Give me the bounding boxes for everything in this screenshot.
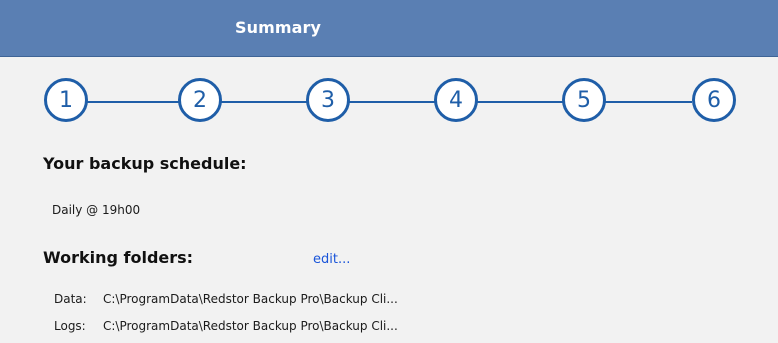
summary-header: Summary [0,0,778,57]
logs-folder-path: C:\ProgramData\Redstor Backup Pro\Backup… [103,319,398,333]
schedule-heading: Your backup schedule: [43,154,247,173]
page-title: Summary [235,18,322,37]
step-connector [342,101,436,103]
logs-folder-label: Logs: [54,319,86,333]
step-6[interactable]: 6 [692,78,736,122]
edit-folders-link[interactable]: edit... [313,252,350,267]
step-connector [84,101,182,103]
step-connector [216,101,308,103]
data-folder-label: Data: [54,292,87,306]
folders-heading: Working folders: [43,248,194,267]
step-2[interactable]: 2 [178,78,222,122]
schedule-value: Daily @ 19h00 [52,203,141,217]
step-1[interactable]: 1 [44,78,88,122]
wizard-steps: 1 2 3 4 5 6 [44,76,744,126]
step-5[interactable]: 5 [562,78,606,122]
data-folder-path: C:\ProgramData\Redstor Backup Pro\Backup… [103,292,398,306]
step-connector [470,101,564,103]
step-4[interactable]: 4 [434,78,478,122]
step-3[interactable]: 3 [306,78,350,122]
step-connector [598,101,692,103]
